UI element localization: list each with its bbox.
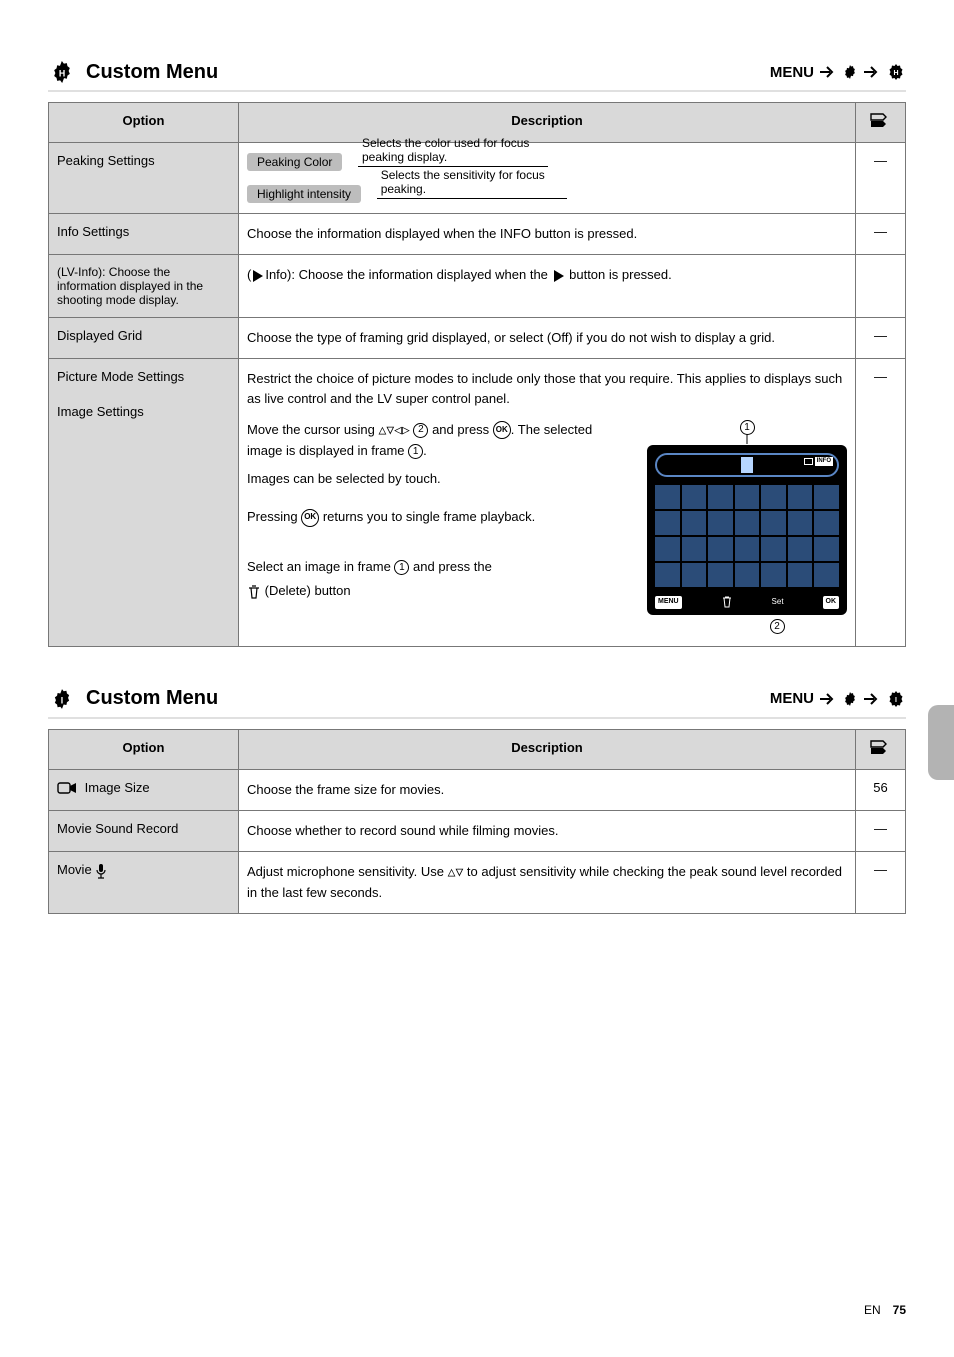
gear-icon (842, 691, 858, 707)
step-text: Move the cursor using △▽◁▷ 2 and press O… (247, 420, 617, 461)
option-desc: Adjust microphone sensitivity. Use △▽ to… (239, 851, 856, 913)
option-desc: Choose the frame size for movies. (239, 769, 856, 810)
table-row: Displayed Grid Choose the type of framin… (49, 318, 906, 359)
footer-text: EN (864, 1303, 881, 1317)
option-label: Peaking Settings (49, 143, 239, 214)
arrow-right-icon (820, 692, 836, 706)
page-footer: EN 75 (0, 1303, 954, 1317)
ok-button-icon: OK (301, 509, 319, 527)
page-ref-icon (870, 740, 892, 756)
page-ref: — (856, 214, 906, 255)
col-option: Option (49, 103, 239, 143)
table-row: (LV-Info): Choose the information displa… (49, 255, 906, 318)
callout-2-icon: 2 (413, 423, 428, 438)
sub-option-text: Selects the sensitivity for focus peakin… (381, 168, 567, 196)
callout-2-icon: 2 (770, 619, 785, 634)
section-h-title: Custom Menu (86, 61, 218, 84)
col-desc: Description (239, 729, 856, 769)
movie-icon (57, 781, 77, 795)
mic-icon (95, 863, 107, 879)
svg-text:I: I (895, 697, 897, 704)
option-desc: Choose whether to record sound while fil… (239, 810, 856, 851)
ok-button-icon: OK (493, 421, 511, 439)
table-row: Movie Adjust microphone sensitivity. Use… (49, 851, 906, 913)
table-row: Picture Mode Settings Image Settings Res… (49, 359, 906, 646)
page-ref-icon (870, 113, 892, 129)
arrow-right-icon (864, 692, 880, 706)
lcd-menu-label: MENU (655, 596, 682, 609)
option-label: Image Settings (57, 404, 230, 419)
page-ref: — (856, 359, 906, 646)
lcd-ok-label: OK (823, 596, 840, 609)
page-ref: — (856, 810, 906, 851)
table-row: Peaking Settings Peaking Color Selects t… (49, 143, 906, 214)
page-ref: 56 (856, 769, 906, 810)
page-ref: — (856, 143, 906, 214)
option-sub-desc: Info): Choose the information displayed … (265, 267, 551, 282)
sub-option-text: Selects the color used for focus peaking… (362, 136, 548, 164)
play-triangle-icon (253, 270, 263, 282)
section-i-title: Custom Menu (86, 687, 218, 710)
table-row: Image Size Choose the frame size for mov… (49, 769, 906, 810)
breadcrumb-h: MENU H (770, 63, 906, 81)
gear-i-small-icon: I (886, 690, 906, 708)
gear-h-icon: H (51, 61, 73, 83)
page-ref: — (856, 851, 906, 913)
option-label: Movie (57, 862, 95, 877)
breadcrumb-i: MENU I (770, 690, 906, 708)
option-desc: Choose the information displayed when th… (239, 214, 856, 255)
step-text: Select an image in frame 1 and press the (247, 557, 617, 577)
trash-icon (721, 596, 733, 608)
table-row: Info Settings Choose the information dis… (49, 214, 906, 255)
page-ref: — (856, 318, 906, 359)
svg-text:I: I (61, 695, 63, 705)
gear-i-icon: I (51, 688, 73, 710)
col-option: Option (49, 729, 239, 769)
option-label: Picture Mode Settings (57, 369, 230, 384)
option-desc: Restrict the choice of picture modes to … (247, 369, 847, 409)
sub-option-pill: Peaking Color (247, 153, 342, 171)
step-text: (Delete) button (247, 581, 617, 601)
table-row: Movie Sound Record Choose whether to rec… (49, 810, 906, 851)
step-text: Pressing OK returns you to single frame … (247, 507, 617, 527)
lcd-diagram: INFO Back MENU Set (647, 445, 847, 615)
side-tab (928, 705, 954, 780)
svg-text:H: H (59, 68, 65, 78)
page-ref (856, 255, 906, 318)
arrow-right-icon (820, 65, 836, 79)
step-text: Images can be selected by touch. (247, 469, 617, 489)
option-label: Movie Sound Record (49, 810, 239, 851)
callout-1-icon: 1 (394, 560, 409, 575)
option-label: Image Size (85, 780, 150, 795)
gear-icon (842, 64, 858, 80)
arrow-right-icon (864, 65, 880, 79)
option-label: Info Settings (49, 214, 239, 255)
option-label: Displayed Grid (49, 318, 239, 359)
play-triangle-icon (554, 270, 564, 282)
settings-table-i: Option Description Image Size Choose the… (48, 729, 906, 915)
option-label: (LV-Info): Choose the information displa… (49, 255, 239, 318)
lcd-set-label: Set (772, 596, 784, 608)
option-desc: Choose the type of framing grid displaye… (239, 318, 856, 359)
svg-text:H: H (893, 70, 898, 77)
gear-h-small-icon: H (886, 63, 906, 81)
callout-1-icon: 1 (408, 444, 423, 459)
page-number: 75 (893, 1303, 906, 1317)
trash-icon (247, 585, 261, 599)
sub-option-pill: Highlight intensity (247, 185, 361, 203)
leader-line-icon (732, 434, 762, 446)
settings-table-h: Option Description Peaking Settings Peak… (48, 102, 906, 647)
